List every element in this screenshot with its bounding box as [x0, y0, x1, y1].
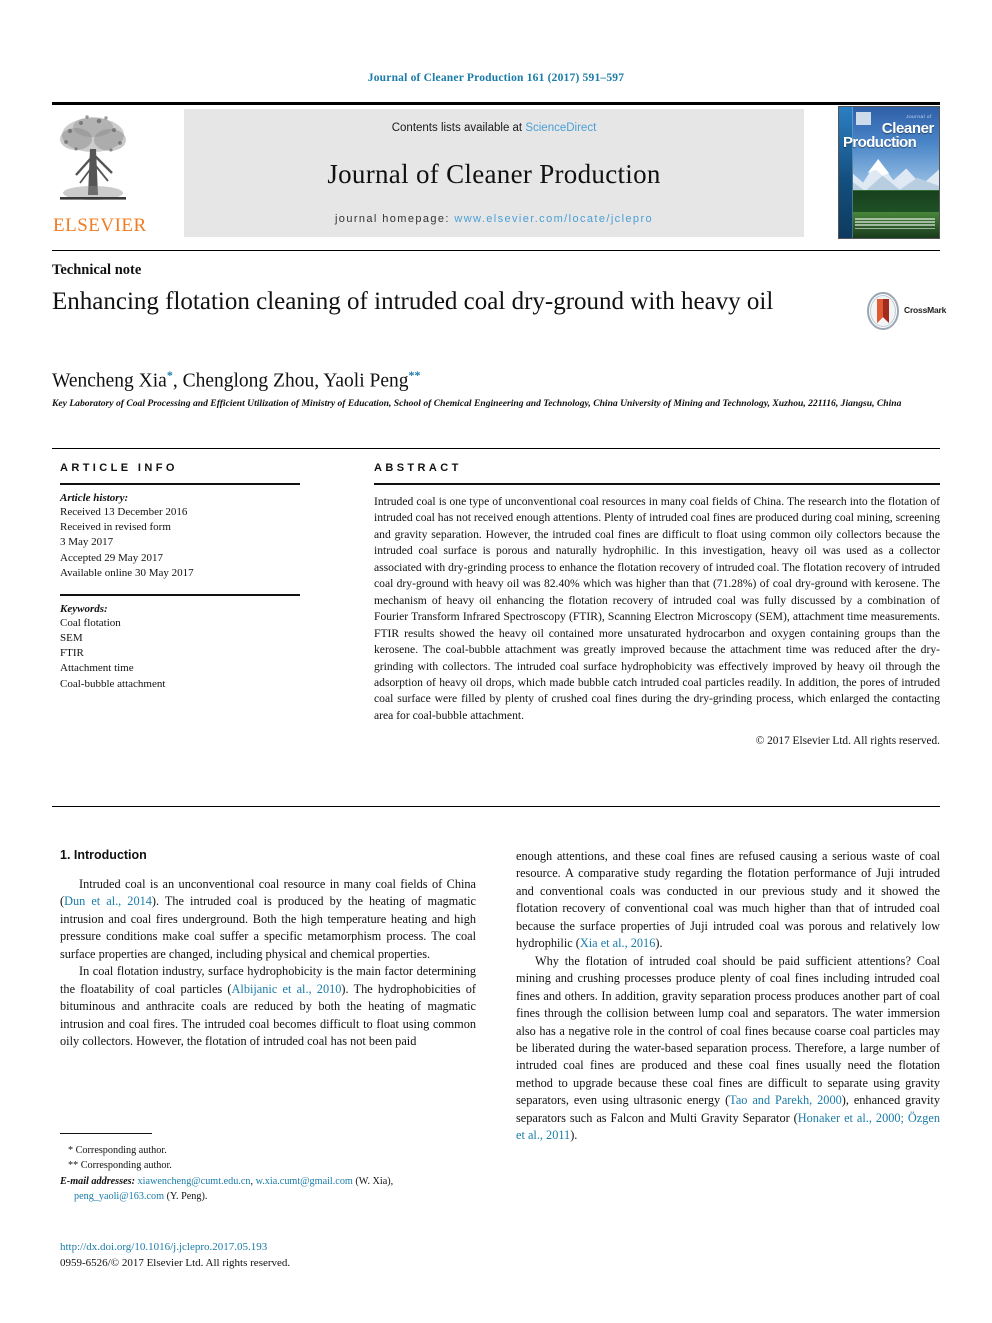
citation-link[interactable]: Xia et al., 2016 — [580, 936, 655, 950]
introduction-right-paragraphs: enough attentions, and these coal fines … — [516, 848, 940, 1145]
crossmark-icon — [867, 292, 899, 330]
author-corresponding-mark: * — [166, 368, 173, 382]
cover-spine — [839, 107, 853, 238]
article-history-item: Available online 30 May 2017 — [60, 566, 194, 579]
article-history-label: Article history: — [60, 492, 129, 504]
contents-prefix: Contents lists available at — [391, 122, 526, 134]
homepage-url-link[interactable]: www.elsevier.com/locate/jclepro — [454, 213, 653, 225]
abstract-copyright: © 2017 Elsevier Ltd. All rights reserved… — [755, 735, 940, 748]
keyword-item: SEM — [60, 632, 83, 645]
section-heading-introduction: 1. Introduction — [60, 848, 147, 862]
author-name: Chenglong Zhou — [182, 370, 315, 392]
footnote-corresponding-1: * Corresponding author. — [68, 1145, 167, 1156]
doi-block: http://dx.doi.org/10.1016/j.jclepro.2017… — [60, 1240, 476, 1272]
journal-masthead: ELSEVIER Contents lists available at Sci… — [52, 102, 940, 239]
citation-link[interactable]: Albijanic et al., 2010 — [232, 982, 342, 996]
elsevier-logo: ELSEVIER — [53, 109, 146, 237]
email-link[interactable]: xiawencheng@cumt.edu.cn — [138, 1176, 251, 1187]
paragraph-text: ). — [570, 1128, 578, 1143]
crossmark-label: CrossMark — [904, 305, 947, 315]
paragraph-text: ). — [655, 936, 663, 951]
keyword-item: Coal-bubble attachment — [60, 677, 166, 690]
body-paragraph: Intruded coal is an unconventional coal … — [60, 876, 476, 963]
body-top-rule — [52, 806, 940, 807]
elsevier-tree-icon — [60, 115, 126, 200]
cover-title-line2: Production — [843, 134, 917, 151]
footnote-email-line: E-mail addresses: xiawencheng@cumt.edu.c… — [60, 1175, 394, 1202]
cover-footer-lines — [855, 218, 935, 234]
article-history-item: Received 13 December 2016 — [60, 506, 188, 518]
crossmark-badge[interactable]: CrossMark — [866, 292, 946, 334]
citation-link[interactable]: Tao and Parekh, 2000 — [729, 1093, 842, 1107]
article-history-item: Received in revised form — [60, 521, 171, 534]
email-owner: (W. Xia), — [355, 1175, 394, 1187]
abstract-heading: ABSTRACT — [374, 462, 462, 474]
body-paragraph: Why the flotation of intruded coal shoul… — [516, 953, 940, 1145]
footnote-rule — [60, 1133, 152, 1134]
paper-page: Journal of Cleaner Production 161 (2017)… — [0, 0, 992, 1323]
article-history-list: Received 13 December 2016 Received in rev… — [60, 505, 322, 581]
email-owner: (Y. Peng). — [166, 1190, 208, 1202]
page-title: Enhancing flotation cleaning of intruded… — [52, 288, 774, 315]
affiliation: Key Laboratory of Coal Processing and Ef… — [52, 398, 902, 409]
keyword-item: Attachment time — [60, 662, 134, 675]
article-info-heading: ARTICLE INFO — [60, 462, 178, 474]
introduction-left-paragraphs: Intruded coal is an unconventional coal … — [60, 876, 476, 1051]
author-name: Wencheng Xia — [52, 370, 167, 392]
body-paragraph: In coal flotation industry, surface hydr… — [60, 963, 476, 1050]
info-top-rule — [52, 448, 940, 449]
article-history-item: Accepted 29 May 2017 — [60, 551, 163, 564]
author-corresponding-mark: ** — [408, 368, 421, 382]
keywords-label: Keywords: — [60, 602, 108, 615]
journal-homepage-line: journal homepage: www.elsevier.com/locat… — [184, 213, 804, 225]
abstract-column: ABSTRACT Intruded coal is one type of un… — [374, 462, 940, 747]
email-addresses-label: E-mail addresses: — [60, 1175, 138, 1187]
issn-copyright-line: 0959-6526/© 2017 Elsevier Ltd. All right… — [60, 1256, 291, 1269]
journal-cover-thumbnail: Journal of Cleaner Production — [838, 106, 940, 239]
cover-treeline — [839, 190, 939, 212]
body-paragraph: enough attentions, and these coal fines … — [516, 848, 940, 953]
email-link[interactable]: peng_yaoli@163.com — [74, 1191, 164, 1202]
author-list: Wencheng Xia*, Chenglong Zhou, Yaoli Pen… — [52, 368, 421, 392]
sciencedirect-link[interactable]: ScienceDirect — [525, 122, 596, 134]
article-info-rule — [60, 483, 300, 485]
running-head: Journal of Cleaner Production 161 (2017)… — [367, 72, 625, 84]
author-name: Yaoli Peng — [323, 370, 409, 392]
email-link[interactable]: w.xia.cumt@gmail.com — [256, 1176, 353, 1187]
citation-link[interactable]: Dun et al., 2014 — [64, 894, 152, 908]
keywords-rule — [60, 593, 300, 596]
article-history-item: 3 May 2017 — [60, 536, 114, 549]
body-column-right: enough attentions, and these coal fines … — [516, 848, 940, 1145]
footnote-corresponding-2: ** Corresponding author. — [68, 1160, 172, 1172]
footnote-block: * Corresponding author. ** Corresponding… — [60, 1133, 476, 1204]
abstract-rule — [374, 483, 940, 485]
masthead-bottom-rule — [52, 250, 940, 251]
body-column-left: 1. Introduction Intruded coal is an unco… — [60, 848, 476, 1051]
keyword-item: Coal flotation — [60, 616, 121, 629]
keyword-item: FTIR — [60, 647, 84, 660]
elsevier-wordmark: ELSEVIER — [53, 215, 147, 236]
cover-journal-of-label: Journal of — [906, 114, 932, 119]
article-type-label: Technical note — [52, 262, 142, 278]
doi-link[interactable]: http://dx.doi.org/10.1016/j.jclepro.2017… — [60, 1240, 476, 1256]
keywords-list: Coal flotation SEM FTIR Attachment time Coal… — [60, 616, 322, 692]
homepage-prefix: journal homepage: — [334, 213, 455, 225]
article-info-column: ARTICLE INFO Article history: Received 1… — [60, 462, 322, 692]
journal-title: Journal of Cleaner Production — [327, 159, 661, 189]
contents-banner: Contents lists available at ScienceDirec… — [184, 109, 804, 237]
cover-elsevier-mark — [856, 112, 871, 125]
paragraph-text: Why the flotation of intruded coal shoul… — [516, 953, 940, 1108]
contents-available-line: Contents lists available at ScienceDirec… — [184, 122, 804, 134]
masthead-top-rule — [52, 102, 940, 105]
abstract-text: Intruded coal is one type of unconventio… — [374, 495, 940, 722]
